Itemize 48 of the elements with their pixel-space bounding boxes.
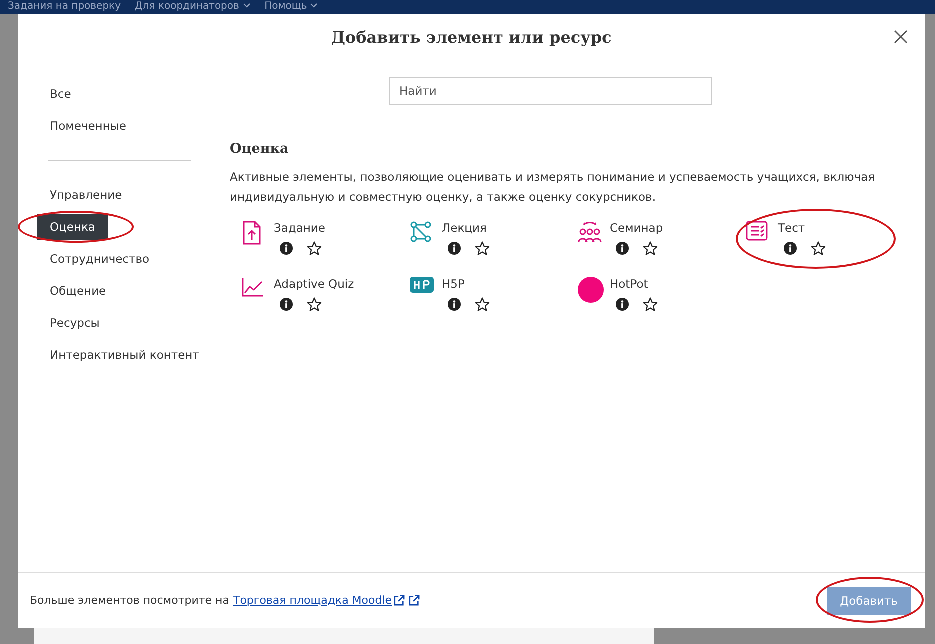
activity-name[interactable]: Тест (778, 221, 826, 235)
line-chart-icon (242, 277, 264, 297)
activity-name[interactable]: HotPot (610, 277, 658, 291)
activity-name[interactable]: Задание (274, 221, 326, 235)
close-icon (894, 30, 908, 44)
h5p-logo-icon (410, 277, 434, 293)
nav-link[interactable]: Задания на проверку (8, 1, 122, 13)
sidebar-item[interactable]: Оценка (37, 214, 108, 240)
search-field[interactable]: Найти (388, 77, 712, 105)
info-icon[interactable] (616, 298, 629, 311)
star-icon[interactable] (811, 241, 826, 256)
star-icon[interactable] (643, 241, 658, 256)
modal-title: Добавить элемент или ресурс (331, 28, 612, 46)
star-icon[interactable] (475, 241, 490, 256)
section-heading: Оценка (230, 141, 290, 157)
circle-icon (578, 277, 604, 303)
sidebar-item[interactable]: Интерактивный контент (37, 342, 212, 368)
sidebar-item[interactable]: Все (37, 81, 84, 107)
info-icon[interactable] (616, 242, 629, 255)
section-description: Активные элементы, позволяющие оценивать и измерять понимание и успеваемость учащихся, включая индивидуальную и совместную оценку, а также оценку сокурсников. (230, 169, 876, 206)
info-icon[interactable] (448, 242, 461, 255)
star-icon[interactable] (475, 297, 490, 312)
activity-name[interactable]: Лекция (442, 221, 490, 235)
sidebar-item[interactable]: Управление (37, 182, 136, 208)
sidebar-item[interactable]: Помеченные (37, 113, 140, 139)
info-icon[interactable] (784, 242, 797, 255)
sidebar-item[interactable]: Сотрудничество (37, 246, 163, 272)
activity-name[interactable]: Семинар (610, 221, 664, 235)
star-icon[interactable] (307, 297, 322, 312)
nav-link[interactable]: Помощь (264, 1, 318, 13)
activity-name[interactable]: H5P (442, 277, 490, 291)
activity-name[interactable]: Adaptive Quiz (274, 277, 354, 291)
star-icon[interactable] (307, 241, 322, 256)
people-icon (578, 221, 602, 243)
info-icon[interactable] (280, 242, 293, 255)
nav-link[interactable]: Для координаторов (135, 1, 251, 13)
footer-text: Больше элементов посмотрите на Торговая площадка Moodle (30, 594, 420, 607)
star-icon[interactable] (643, 297, 658, 312)
info-icon[interactable] (448, 298, 461, 311)
checklist-icon (746, 221, 768, 241)
sidebar-item[interactable]: Ресурсы (37, 310, 113, 336)
nodes-icon (410, 221, 432, 243)
sidebar-item[interactable]: Общение (37, 278, 120, 304)
external-link-icon (394, 595, 406, 606)
document-upload-icon (242, 221, 262, 245)
marketplace-link[interactable]: Торговая площадка Moodle (233, 594, 406, 607)
external-link-icon (409, 595, 420, 606)
info-icon[interactable] (280, 298, 293, 311)
